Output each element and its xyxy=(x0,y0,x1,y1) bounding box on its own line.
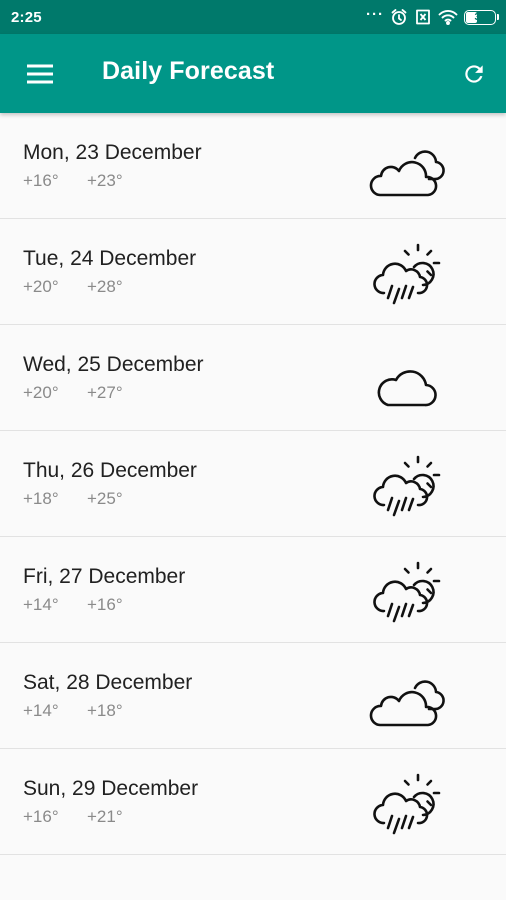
forecast-date: Tue, 24 December xyxy=(23,247,197,270)
refresh-icon xyxy=(465,65,483,83)
forecast-row-tue-24[interactable]: Tue, 24 December +20° +28° xyxy=(0,219,506,325)
sun-rain-icon xyxy=(362,759,452,845)
forecast-date: Mon, 23 December xyxy=(23,141,202,164)
forecast-date: Thu, 26 December xyxy=(23,459,197,482)
status-icons: ··· 39 xyxy=(366,5,499,26)
sun-rain-icon xyxy=(362,229,452,315)
app-bar: Daily Forecast xyxy=(0,34,506,113)
temp-min: +14° xyxy=(23,701,59,720)
temp-max: +27° xyxy=(87,383,123,402)
menu-button[interactable] xyxy=(20,58,60,90)
status-time: 2:25 xyxy=(11,8,42,26)
temp-max: +21° xyxy=(87,807,123,826)
temp-min: +16° xyxy=(23,807,59,826)
forecast-row-thu-26[interactable]: Thu, 26 December +18° +25° xyxy=(0,431,506,537)
forecast-row-sun-29[interactable]: Sun, 29 December +16° +21° xyxy=(0,749,506,855)
wifi-icon xyxy=(438,9,458,25)
forecast-date: Sun, 29 December xyxy=(23,777,199,800)
cloud-icon xyxy=(362,335,452,421)
temp-max: +23° xyxy=(87,171,123,190)
forecast-temps: +14° +16° xyxy=(23,595,123,615)
temp-min: +20° xyxy=(23,383,59,402)
no-sim-icon xyxy=(414,9,432,25)
forecast-temps: +16° +21° xyxy=(23,807,123,827)
temp-min: +16° xyxy=(23,171,59,190)
sun-rain-icon xyxy=(362,441,452,527)
forecast-temps: +20° +28° xyxy=(23,277,123,297)
temp-max: +28° xyxy=(87,277,123,296)
forecast-date: Sat, 28 December xyxy=(23,671,193,694)
alarm-icon xyxy=(390,8,408,26)
temp-max: +18° xyxy=(87,701,123,720)
sun-rain-icon xyxy=(362,547,452,633)
forecast-row-wed-25[interactable]: Wed, 25 December +20° +27° xyxy=(0,325,506,431)
hamburger-menu-icon xyxy=(27,64,53,84)
temp-min: +14° xyxy=(23,595,59,614)
battery-icon: 39 xyxy=(464,9,499,25)
status-bar: 2:25 ··· 39 xyxy=(0,0,506,34)
temp-max: +16° xyxy=(87,595,123,614)
battery-level: 39 xyxy=(474,11,486,23)
forecast-date: Wed, 25 December xyxy=(23,353,204,376)
temp-min: +20° xyxy=(23,277,59,296)
forecast-row-sat-28[interactable]: Sat, 28 December +14° +18° xyxy=(0,643,506,749)
forecast-temps: +14° +18° xyxy=(23,701,123,721)
forecast-row-fri-27[interactable]: Fri, 27 December +14° +16° xyxy=(0,537,506,643)
page-title: Daily Forecast xyxy=(102,57,275,85)
more-dots-icon: ··· xyxy=(366,5,384,23)
temp-min: +18° xyxy=(23,489,59,508)
forecast-temps: +20° +27° xyxy=(23,383,123,403)
partly-cloudy-icon xyxy=(362,123,452,209)
refresh-button[interactable] xyxy=(456,56,492,92)
forecast-temps: +18° +25° xyxy=(23,489,123,509)
forecast-list: Mon, 23 December +16° +23° Tue, 24 Decemb… xyxy=(0,113,506,855)
forecast-temps: +16° +23° xyxy=(23,171,123,191)
forecast-row-mon-23[interactable]: Mon, 23 December +16° +23° xyxy=(0,113,506,219)
temp-max: +25° xyxy=(87,489,123,508)
forecast-date: Fri, 27 December xyxy=(23,565,186,588)
partly-cloudy-icon xyxy=(362,653,452,739)
